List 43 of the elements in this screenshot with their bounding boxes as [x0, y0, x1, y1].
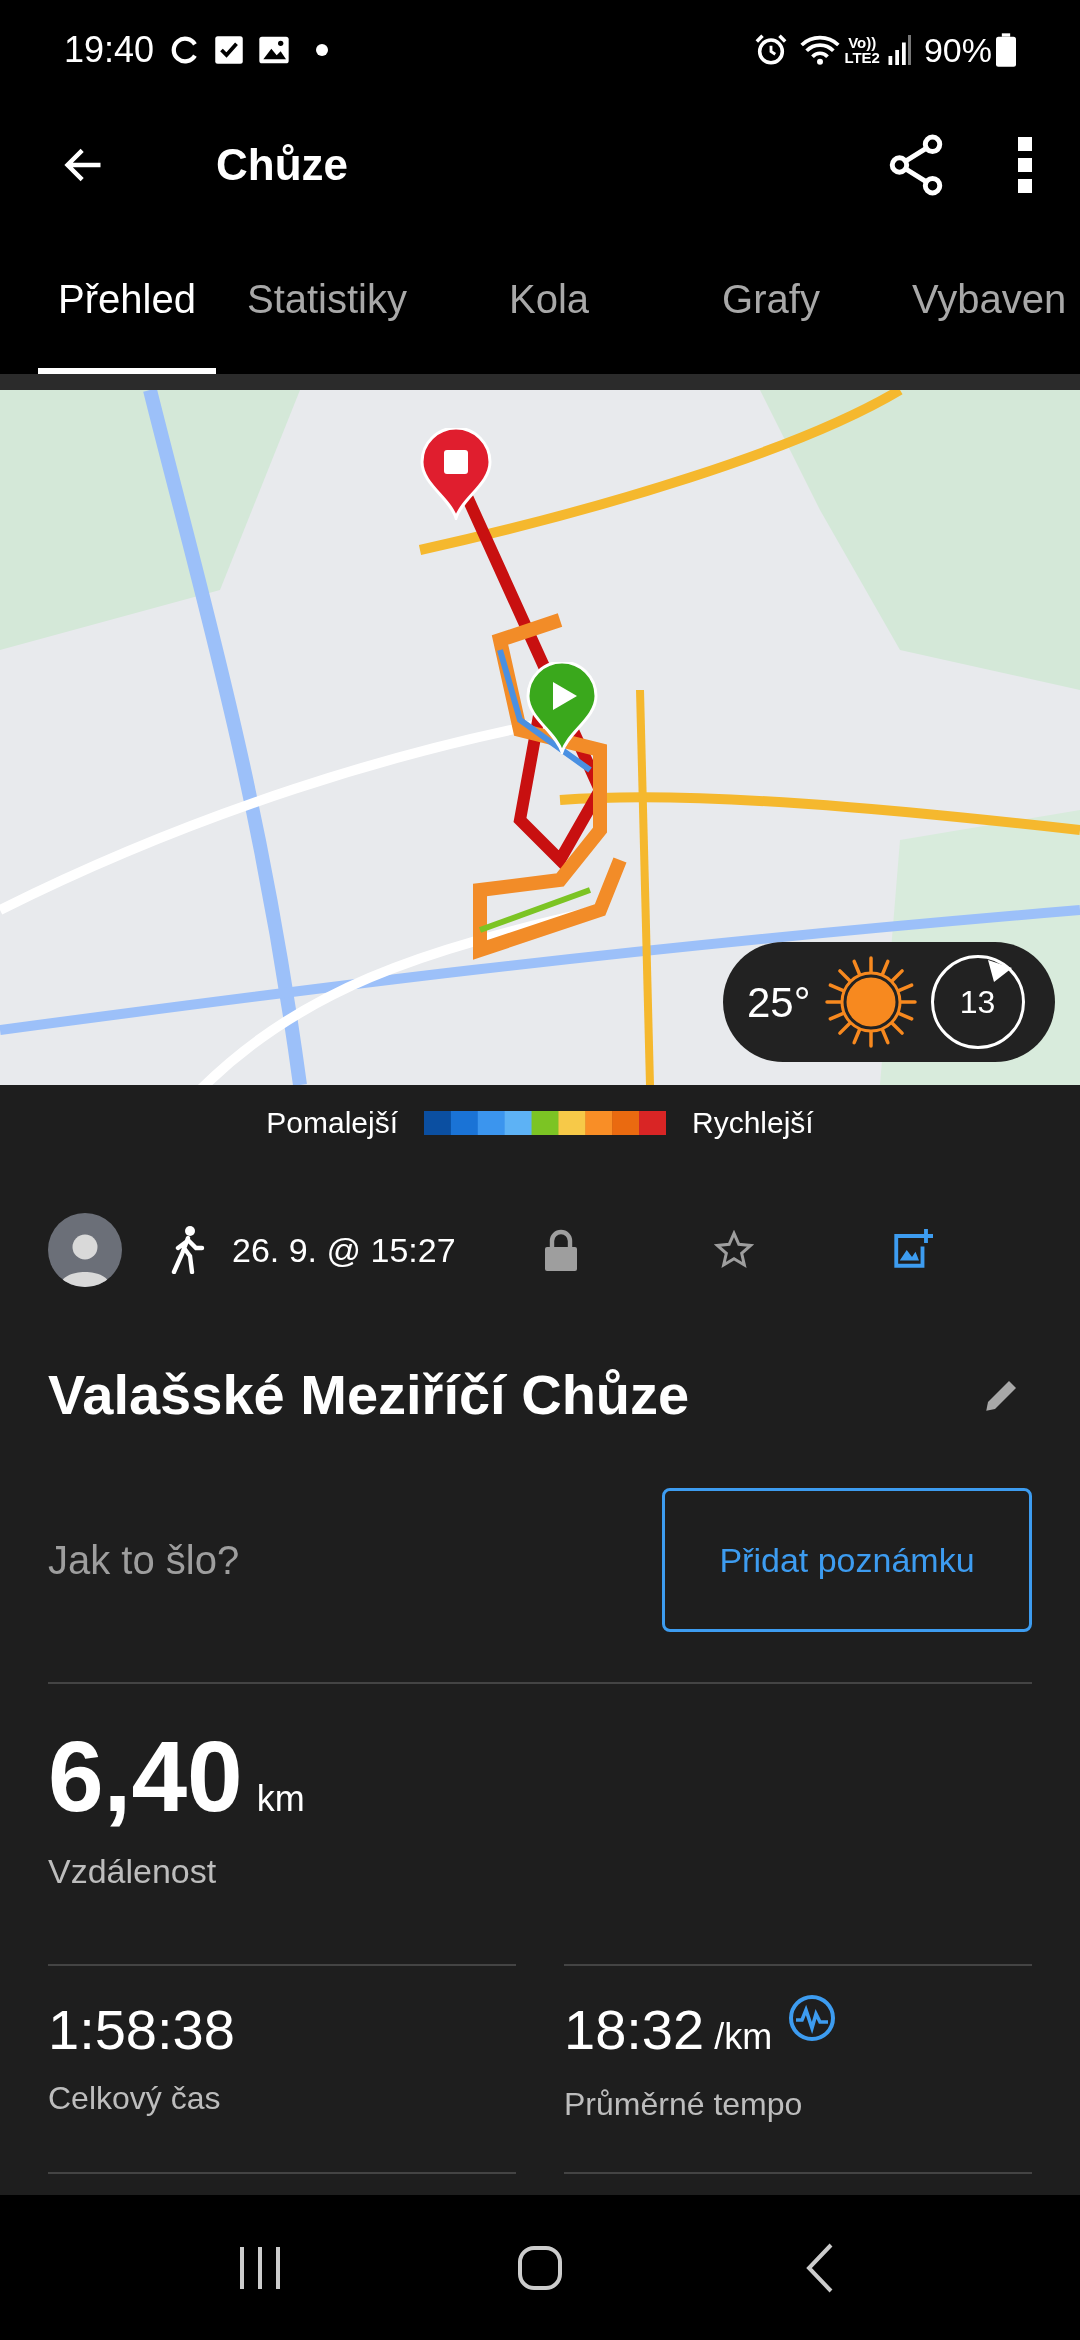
star-icon — [713, 1230, 754, 1270]
stat-value: 18:32 — [564, 2002, 705, 2058]
home-icon — [516, 2243, 564, 2292]
start-pin-icon — [526, 662, 598, 754]
lock-icon — [544, 1229, 577, 1271]
screen-title: Chůze — [216, 139, 348, 191]
back-chevron-icon — [805, 2242, 835, 2293]
activity-title: Valašské Meziříčí Chůze — [48, 1362, 690, 1428]
tab[interactable]: Vybaven — [912, 230, 1067, 374]
volte-label: Vo)) — [848, 35, 877, 50]
tab[interactable]: Statistiky — [216, 230, 438, 374]
stat-label: Průměrné tempo — [564, 2085, 804, 2124]
temperature: 25° — [747, 977, 811, 1028]
tab[interactable]: Kola — [438, 230, 660, 374]
stat-label: Celkový čas — [48, 2079, 222, 2118]
add-note-button[interactable]: Přidat poznámku — [662, 1488, 1032, 1632]
status-time: 19:40 — [64, 28, 155, 72]
battery-percent: 90% — [923, 29, 992, 71]
sun-icon — [822, 954, 919, 1050]
legend-label: Pomalejší — [266, 1105, 398, 1141]
pulse-icon — [788, 1994, 837, 2042]
alarm-icon — [754, 33, 789, 67]
stat-unit: /km — [714, 2015, 773, 2059]
distance-value: 6,40 — [48, 1726, 243, 1826]
tab[interactable]: Grafy — [660, 230, 882, 374]
checkbox-icon — [214, 35, 245, 65]
activity-date: 26. 9. @ 15:27 — [232, 1229, 456, 1271]
battery-icon — [996, 33, 1016, 67]
walking-icon — [170, 1226, 206, 1274]
stat-value: 1:58:38 — [48, 2002, 235, 2058]
distance-unit: km — [256, 1777, 305, 1821]
image-icon — [258, 35, 291, 65]
wind-direction-icon — [987, 960, 1012, 982]
share-icon — [887, 134, 945, 196]
tab[interactable]: Přehled — [38, 230, 216, 374]
more-options-icon — [1018, 137, 1032, 193]
finish-pin-icon — [420, 428, 492, 520]
legend-label: Rychlejší — [692, 1105, 814, 1141]
wifi-icon — [800, 33, 841, 67]
network-label: LTE2 — [844, 50, 880, 65]
note-field[interactable]: Jak to šlo? — [48, 1520, 662, 1600]
wind-speed: 13 — [959, 983, 996, 1022]
distance-label: Vzdálenost — [48, 1851, 218, 1892]
